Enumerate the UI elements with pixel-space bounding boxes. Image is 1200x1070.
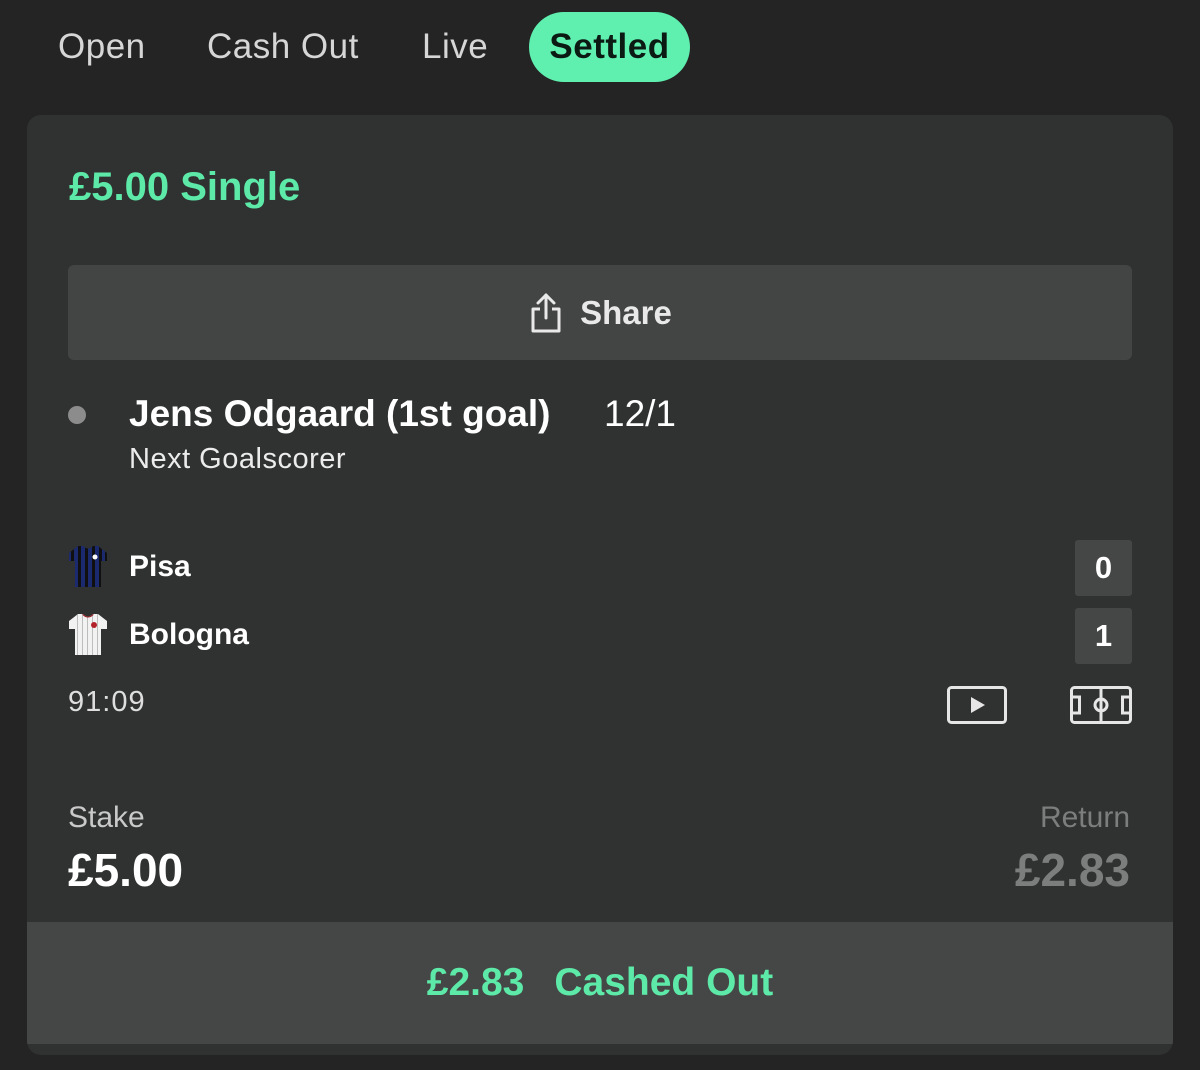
cashed-out-status: £2.83 Cashed Out [27, 922, 1173, 1044]
team-score: 0 [1075, 540, 1132, 596]
bet-card: £5.00 Single Share Jens Odgaard (1st goa… [27, 115, 1173, 1055]
selection-market: Next Goalscorer [129, 443, 347, 475]
bet-title: £5.00 Single [69, 165, 301, 209]
share-button[interactable]: Share [68, 265, 1132, 360]
team-name: Pisa [129, 550, 191, 583]
stake-label: Stake [68, 801, 145, 834]
pitch-tracker-icon[interactable] [1070, 686, 1132, 724]
striped-blue-black-shirt-icon [69, 546, 107, 587]
tab-cash-out[interactable]: Cash Out [207, 12, 359, 82]
stake-value: £5.00 [68, 844, 184, 896]
share-icon [531, 293, 561, 332]
cashout-label: Cashed Out [554, 961, 774, 1004]
team-row-away: Bologna 1 [68, 608, 1132, 664]
return-value: £2.83 [1014, 844, 1130, 896]
tab-settled[interactable]: Settled [529, 12, 690, 82]
team-score: 1 [1075, 608, 1132, 664]
selection-status-dot [68, 406, 86, 424]
white-striped-shirt-icon [69, 614, 107, 655]
match-clock: 91:09 [68, 686, 146, 718]
tab-open[interactable]: Open [58, 12, 146, 82]
return-label: Return [1039, 801, 1130, 834]
bet-status-tabs: Open Cash Out Live Settled [0, 0, 1200, 100]
selection-odds: 12/1 [604, 393, 677, 434]
cashout-amount: £2.83 [426, 961, 525, 1004]
selection-name: Jens Odgaard (1st goal) [129, 393, 551, 434]
team-name: Bologna [129, 618, 249, 651]
team-row-home: Pisa 0 [68, 540, 1132, 596]
share-label: Share [580, 293, 672, 331]
tab-live[interactable]: Live [422, 12, 488, 82]
play-video-icon[interactable] [947, 686, 1007, 724]
